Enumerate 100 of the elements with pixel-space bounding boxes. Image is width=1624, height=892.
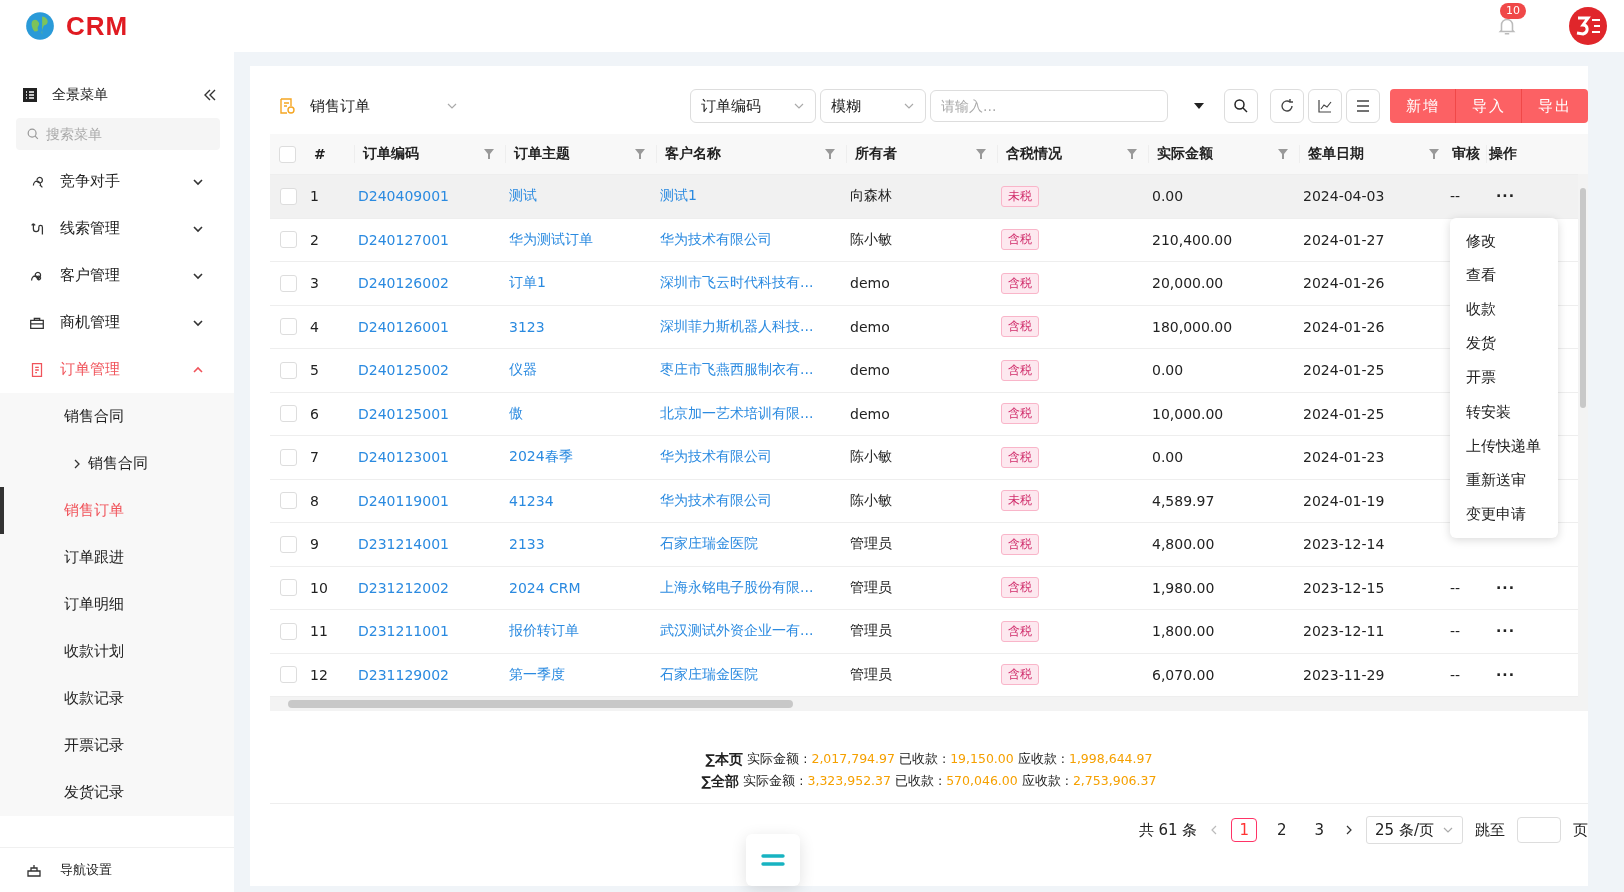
page-jump-field[interactable] <box>1517 817 1561 843</box>
action-button[interactable]: 新增 <box>1390 89 1456 123</box>
filter-icon[interactable] <box>1277 148 1289 160</box>
order-subject-link[interactable]: 仪器 <box>509 361 537 380</box>
order-subject-link[interactable]: 3123 <box>509 318 545 335</box>
menu-option[interactable]: 修改 <box>1450 224 1558 259</box>
page-number[interactable]: 3 <box>1306 818 1333 842</box>
row-checkbox[interactable] <box>279 579 297 597</box>
menu-option[interactable]: 发货 <box>1450 326 1558 361</box>
menu-item[interactable]: 开票记录 <box>0 722 234 769</box>
menu-group[interactable]: 商机管理 <box>0 299 234 346</box>
filter-icon[interactable] <box>824 148 836 160</box>
customer-link[interactable]: 石家庄瑞金医院 <box>660 535 758 554</box>
menu-group[interactable]: 线索管理 <box>0 205 234 252</box>
match-mode-select[interactable]: 模糊 <box>820 89 926 123</box>
filter-icon[interactable] <box>634 148 646 160</box>
more-actions-button[interactable]: ··· <box>1496 623 1515 640</box>
dropdown-triangle-icon[interactable] <box>1194 103 1204 109</box>
order-subject-link[interactable]: 2133 <box>509 536 545 553</box>
menu-option[interactable]: 上传快递单 <box>1450 429 1558 464</box>
order-code-link[interactable]: D240126001 <box>358 318 449 335</box>
action-button[interactable]: 导出 <box>1522 89 1588 123</box>
customer-link[interactable]: 武汉测试外资企业一有... <box>660 622 814 641</box>
columns-button[interactable] <box>1346 89 1380 123</box>
more-actions-button[interactable]: ··· <box>1496 188 1515 205</box>
row-checkbox[interactable] <box>279 535 297 553</box>
collapse-icon[interactable] <box>202 87 218 103</box>
menu-option[interactable]: 开票 <box>1450 360 1558 395</box>
brand-logo-icon[interactable] <box>1568 6 1608 46</box>
order-subject-link[interactable]: 2024春季 <box>509 448 573 467</box>
order-subject-link[interactable]: 订单1 <box>509 274 546 293</box>
row-checkbox[interactable] <box>279 187 297 205</box>
customer-link[interactable]: 石家庄瑞金医院 <box>660 665 758 684</box>
row-checkbox[interactable] <box>279 492 297 510</box>
menu-option[interactable]: 重新送审 <box>1450 463 1558 498</box>
nav-settings-link[interactable]: 导航设置 <box>60 861 112 879</box>
row-checkbox[interactable] <box>279 361 297 379</box>
row-checkbox[interactable] <box>279 405 297 423</box>
row-checkbox[interactable] <box>279 622 297 640</box>
more-actions-button[interactable]: ··· <box>1496 666 1515 683</box>
customer-link[interactable]: 深圳菲力斯机器人科技... <box>660 317 814 336</box>
filter-icon[interactable] <box>1126 148 1138 160</box>
search-field[interactable]: 请输入... <box>930 90 1168 122</box>
order-code-link[interactable]: D240126002 <box>358 275 449 292</box>
action-button[interactable]: 导入 <box>1456 89 1522 123</box>
customer-link[interactable]: 测试1 <box>660 187 697 206</box>
order-subject-link[interactable]: 2024 CRM <box>509 579 581 596</box>
chart-button[interactable] <box>1308 89 1342 123</box>
menu-option[interactable]: 收款 <box>1450 292 1558 327</box>
order-subject-link[interactable]: 测试 <box>509 187 537 206</box>
vertical-scrollbar[interactable] <box>1578 174 1588 697</box>
more-actions-button[interactable]: ··· <box>1496 579 1515 596</box>
filter-icon[interactable] <box>1428 148 1440 160</box>
search-button[interactable] <box>1224 89 1258 123</box>
menu-option[interactable]: 转安装 <box>1450 394 1558 430</box>
menu-group[interactable]: 竞争对手 <box>0 158 234 205</box>
order-code-link[interactable]: D231214001 <box>358 536 449 553</box>
page-number[interactable]: 1 <box>1231 818 1257 842</box>
page-size-select[interactable]: 25 条/页 <box>1366 816 1463 844</box>
order-code-link[interactable]: D240123001 <box>358 449 449 466</box>
horizontal-scrollbar[interactable] <box>270 697 1588 711</box>
menu-option[interactable]: 变更申请 <box>1450 497 1558 532</box>
order-code-link[interactable]: D240125001 <box>358 405 449 422</box>
module-select[interactable]: 销售订单 <box>270 96 466 116</box>
customer-link[interactable]: 深圳市飞云时代科技有... <box>660 274 814 293</box>
order-code-link[interactable]: D240409001 <box>358 188 449 205</box>
menu-item[interactable]: 订单跟进 <box>0 534 234 581</box>
row-checkbox[interactable] <box>279 318 297 336</box>
customer-link[interactable]: 北京加一艺术培训有限... <box>660 404 814 423</box>
order-code-link[interactable]: D240119001 <box>358 492 449 509</box>
order-code-link[interactable]: D240127001 <box>358 231 449 248</box>
menu-group[interactable]: 订单管理 <box>0 346 234 393</box>
expand-menu-button[interactable] <box>746 834 800 886</box>
order-subject-link[interactable]: 傲 <box>509 404 523 423</box>
menu-item[interactable]: 发货记录 <box>0 769 234 816</box>
order-code-link[interactable]: D240125002 <box>358 362 449 379</box>
row-checkbox[interactable] <box>279 274 297 292</box>
customer-link[interactable]: 华为技术有限公司 <box>660 448 772 467</box>
order-subject-link[interactable]: 华为测试订单 <box>509 230 593 249</box>
customer-link[interactable]: 华为技术有限公司 <box>660 230 772 249</box>
field-select[interactable]: 订单编码 <box>690 89 816 123</box>
menu-item[interactable]: 销售合同 <box>0 440 234 487</box>
filter-icon[interactable] <box>483 148 495 160</box>
order-code-link[interactable]: D231211001 <box>358 623 449 640</box>
order-subject-link[interactable]: 第一季度 <box>509 665 565 684</box>
menu-item[interactable]: 销售合同 <box>0 393 234 440</box>
customer-link[interactable]: 上海永铭电子股份有限... <box>660 578 814 597</box>
menu-item[interactable]: 订单明细 <box>0 581 234 628</box>
customer-link[interactable]: 华为技术有限公司 <box>660 491 772 510</box>
menu-item[interactable]: 收款记录 <box>0 675 234 722</box>
order-subject-link[interactable]: 41234 <box>509 492 554 509</box>
select-all-checkbox[interactable] <box>278 145 296 163</box>
order-code-link[interactable]: D231129002 <box>358 666 449 683</box>
refresh-button[interactable] <box>1270 89 1304 123</box>
row-checkbox[interactable] <box>279 666 297 684</box>
row-checkbox[interactable] <box>279 448 297 466</box>
filter-icon[interactable] <box>975 148 987 160</box>
order-subject-link[interactable]: 报价转订单 <box>509 622 579 641</box>
menu-group[interactable]: 客户管理 <box>0 252 234 299</box>
row-checkbox[interactable] <box>279 231 297 249</box>
